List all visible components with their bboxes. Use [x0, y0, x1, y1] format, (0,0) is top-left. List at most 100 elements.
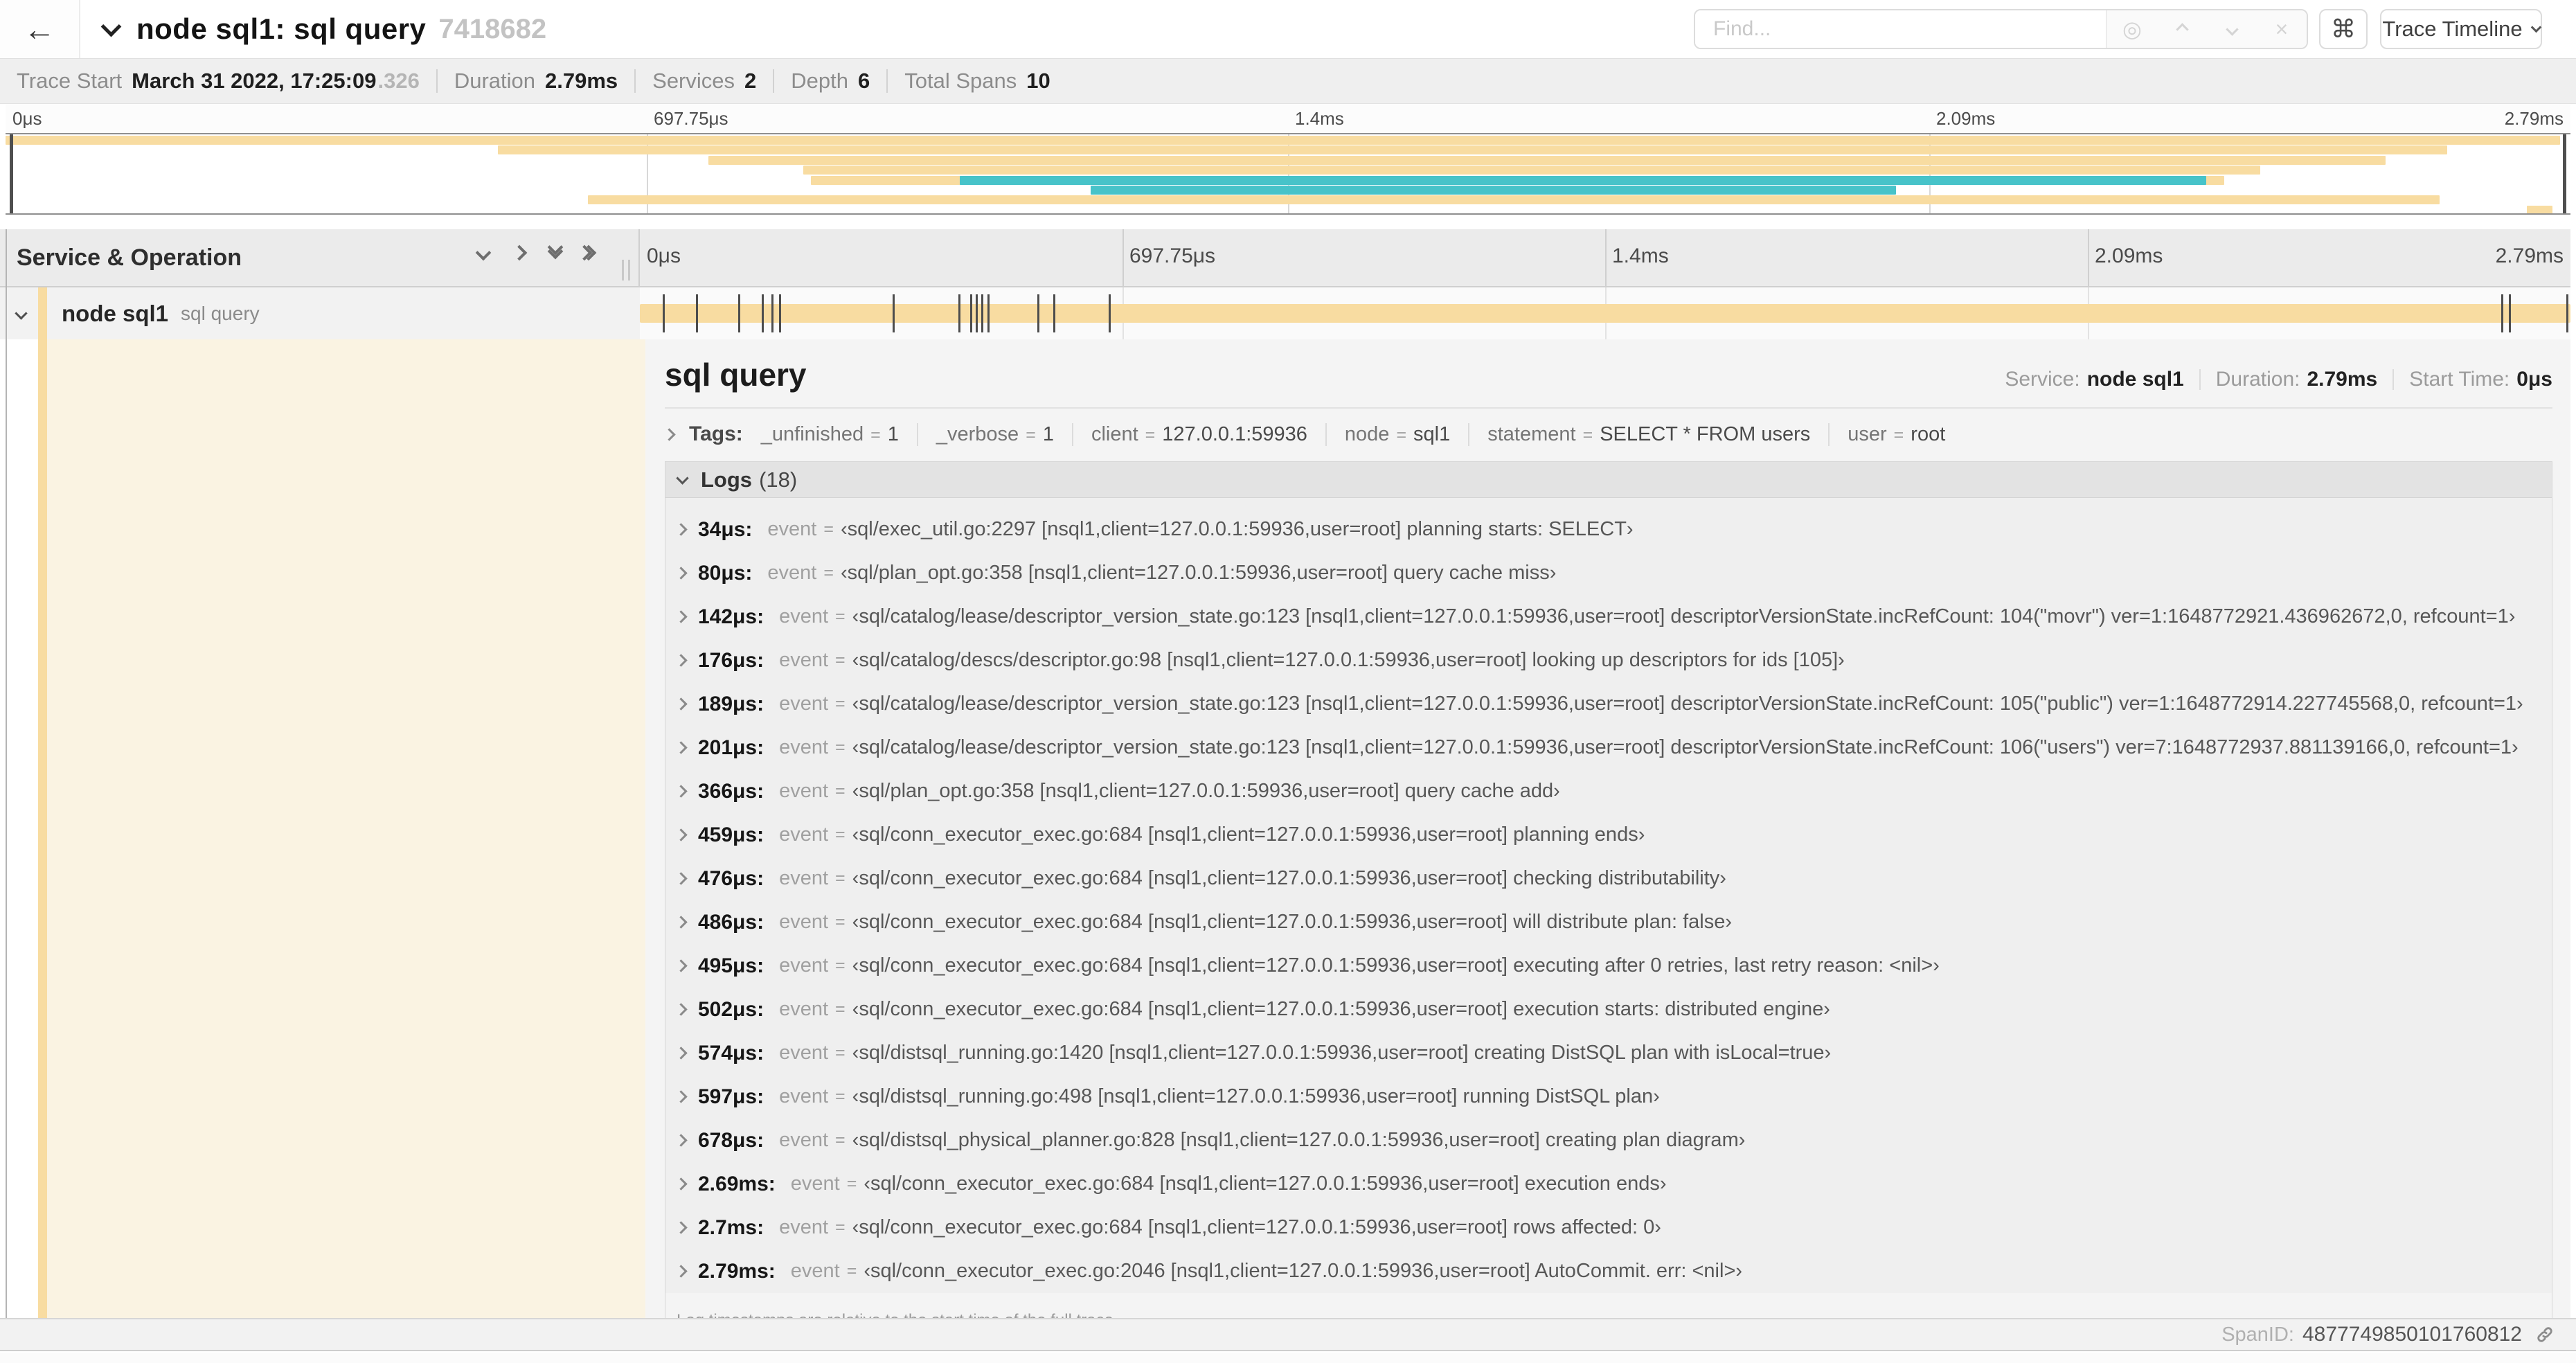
log-key: event	[779, 605, 829, 627]
log-entry-row[interactable]: 2.7ms: event = ‹sql/conn_executor_exec.g…	[665, 1206, 2552, 1249]
total-spans-item: Total Spans 10	[904, 69, 1050, 93]
log-tick-mark	[778, 294, 781, 332]
chevron-right-icon	[674, 828, 688, 841]
tag-value: root	[1911, 422, 1946, 445]
tag-value: sql1	[1413, 422, 1451, 445]
log-entry-row[interactable]: 486μs: event = ‹sql/conn_executor_exec.g…	[665, 900, 2552, 944]
chevron-right-icon	[674, 1134, 688, 1147]
span-row[interactable]: node sql1 sql query	[0, 287, 2570, 339]
log-entry-row[interactable]: 574μs: event = ‹sql/distsql_running.go:1…	[665, 1031, 2552, 1075]
log-entry-row[interactable]: 142μs: event = ‹sql/catalog/lease/descri…	[665, 595, 2552, 639]
logs-accordion-header[interactable]: Logs (18)	[665, 462, 2552, 498]
log-value: ‹sql/catalog/lease/descriptor_version_st…	[852, 693, 2523, 715]
ruler-tick-label: 697.75μs	[1129, 244, 1216, 267]
clear-find-button[interactable]: ×	[2257, 10, 2307, 48]
log-value: ‹sql/plan_opt.go:358 [nsql1,client=127.0…	[840, 562, 1557, 584]
equals-sign: =	[835, 694, 846, 713]
log-entry-row[interactable]: 80μs: event = ‹sql/plan_opt.go:358 [nsql…	[665, 551, 2552, 595]
span-row-timeline-cell[interactable]	[640, 287, 2570, 339]
tag-item: statement = SELECT * FROM users	[1468, 422, 1828, 446]
service-label: Service:	[2005, 368, 2080, 391]
span-id-label: SpanID:	[2221, 1323, 2294, 1346]
span-name: sql query	[665, 357, 807, 393]
back-button[interactable]: ←	[0, 0, 80, 58]
expand-one-icon[interactable]	[511, 244, 528, 261]
equals-sign: =	[1026, 425, 1036, 445]
log-value: ‹sql/distsql_running.go:1420 [nsql1,clie…	[852, 1042, 1832, 1064]
minimap-span-bar	[959, 175, 2207, 185]
tag-item: client = 127.0.0.1:59936	[1071, 422, 1325, 446]
log-entry-row[interactable]: 2.69ms: event = ‹sql/conn_executor_exec.…	[665, 1162, 2552, 1206]
service-name: node sql1	[62, 300, 169, 326]
collapse-span-chevron-icon[interactable]	[15, 307, 28, 320]
log-entry-row[interactable]: 502μs: event = ‹sql/conn_executor_exec.g…	[665, 988, 2552, 1031]
log-value: ‹sql/distsql_running.go:498 [nsql1,clien…	[852, 1085, 1660, 1107]
span-detail-header: sql query Service: node sql1 Duration: 2…	[665, 350, 2552, 393]
log-tick-mark	[695, 294, 698, 332]
log-entry-row[interactable]: 366μs: event = ‹sql/plan_opt.go:358 [nsq…	[665, 769, 2552, 813]
prev-match-button[interactable]	[2157, 10, 2207, 48]
next-match-button[interactable]	[2207, 10, 2257, 48]
collapse-all-icon[interactable]	[547, 239, 564, 260]
log-value: ‹sql/conn_executor_exec.go:684 [nsql1,cl…	[852, 823, 1645, 846]
trace-minimap[interactable]	[6, 133, 2570, 215]
focus-match-button[interactable]: ◎	[2107, 10, 2157, 48]
log-entry-row[interactable]: 201μs: event = ‹sql/catalog/lease/descri…	[665, 726, 2552, 769]
range-scrubber-right[interactable]	[2563, 134, 2566, 213]
log-entry-row[interactable]: 176μs: event = ‹sql/catalog/descs/descri…	[665, 639, 2552, 682]
duration-value: 2.79ms	[2307, 368, 2378, 391]
log-timestamp: 201μs:	[698, 736, 764, 759]
minimap-span-bar	[2527, 205, 2553, 213]
log-key: event	[779, 911, 829, 933]
ruler-tick-label: 0μs	[647, 244, 681, 267]
log-timestamp: 486μs:	[698, 910, 764, 934]
find-input[interactable]	[1695, 10, 2106, 48]
log-entry-row[interactable]: 495μs: event = ‹sql/conn_executor_exec.g…	[665, 944, 2552, 988]
tag-key: client	[1091, 422, 1138, 445]
tags-accordion[interactable]: Tags: _unfinished = 1 _verbose = 1 clien…	[663, 422, 2552, 446]
expand-all-icon[interactable]	[576, 244, 597, 261]
equals-sign: =	[835, 825, 846, 844]
range-scrubber-left[interactable]	[10, 134, 13, 213]
divider	[436, 69, 438, 93]
log-timestamp: 459μs:	[698, 823, 764, 846]
log-entry-row[interactable]: 459μs: event = ‹sql/conn_executor_exec.g…	[665, 813, 2552, 857]
chevron-right-icon	[674, 697, 688, 711]
log-key: event	[767, 562, 817, 584]
meta-value: 6	[858, 69, 870, 93]
log-entry-row[interactable]: 34μs: event = ‹sql/exec_util.go:2297 [ns…	[665, 508, 2552, 551]
span-row-name-cell[interactable]: node sql1 sql query	[0, 287, 640, 339]
span-duration-bar[interactable]	[640, 304, 2570, 323]
chevron-right-icon	[674, 610, 688, 623]
equals-sign: =	[835, 607, 846, 626]
view-selector-button[interactable]: Trace Timeline	[2380, 9, 2542, 49]
deep-link-icon[interactable]	[2533, 1323, 2557, 1346]
view-selector-label: Trace Timeline	[2382, 17, 2523, 41]
log-entry-row[interactable]: 476μs: event = ‹sql/conn_executor_exec.g…	[665, 857, 2552, 900]
ruler-tick-label: 2.79ms	[2504, 108, 2564, 129]
log-tick-mark	[1037, 294, 1040, 332]
log-value: ‹sql/exec_util.go:2297 [nsql1,client=127…	[840, 518, 1634, 540]
tree-controls	[475, 239, 597, 261]
log-entry-row[interactable]: 678μs: event = ‹sql/distsql_physical_pla…	[665, 1119, 2552, 1162]
collapse-one-icon[interactable]	[475, 244, 492, 261]
minimap-span-bar	[587, 195, 2440, 205]
log-key: event	[779, 1042, 829, 1064]
duration-item: Duration 2.79ms	[454, 69, 618, 93]
timeline-header-row: Service & Operation 0μs 697.75μs 1.4ms 2.09…	[0, 229, 2570, 287]
log-entry-row[interactable]: 2.79ms: event = ‹sql/conn_executor_exec.…	[665, 1249, 2552, 1293]
trace-timeline-page: ← node sql1: sql query 7418682 ◎ × ⌘ Tra…	[0, 0, 2576, 1363]
equals-sign: =	[835, 956, 846, 975]
chevron-right-icon	[674, 1221, 688, 1234]
chevron-right-icon	[674, 1046, 688, 1060]
log-tick-mark	[987, 294, 990, 332]
equals-sign: =	[823, 563, 834, 582]
left-guide-line	[6, 229, 7, 1318]
log-tick-mark	[958, 294, 961, 332]
log-entry-row[interactable]: 189μs: event = ‹sql/catalog/lease/descri…	[665, 682, 2552, 726]
column-resize-grip[interactable]	[622, 260, 630, 280]
log-entry-row[interactable]: 597μs: event = ‹sql/distsql_running.go:4…	[665, 1075, 2552, 1119]
collapse-trace-chevron-icon[interactable]	[100, 16, 122, 37]
operation-name: sql query	[181, 302, 260, 324]
keyboard-shortcuts-button[interactable]: ⌘	[2319, 9, 2368, 49]
